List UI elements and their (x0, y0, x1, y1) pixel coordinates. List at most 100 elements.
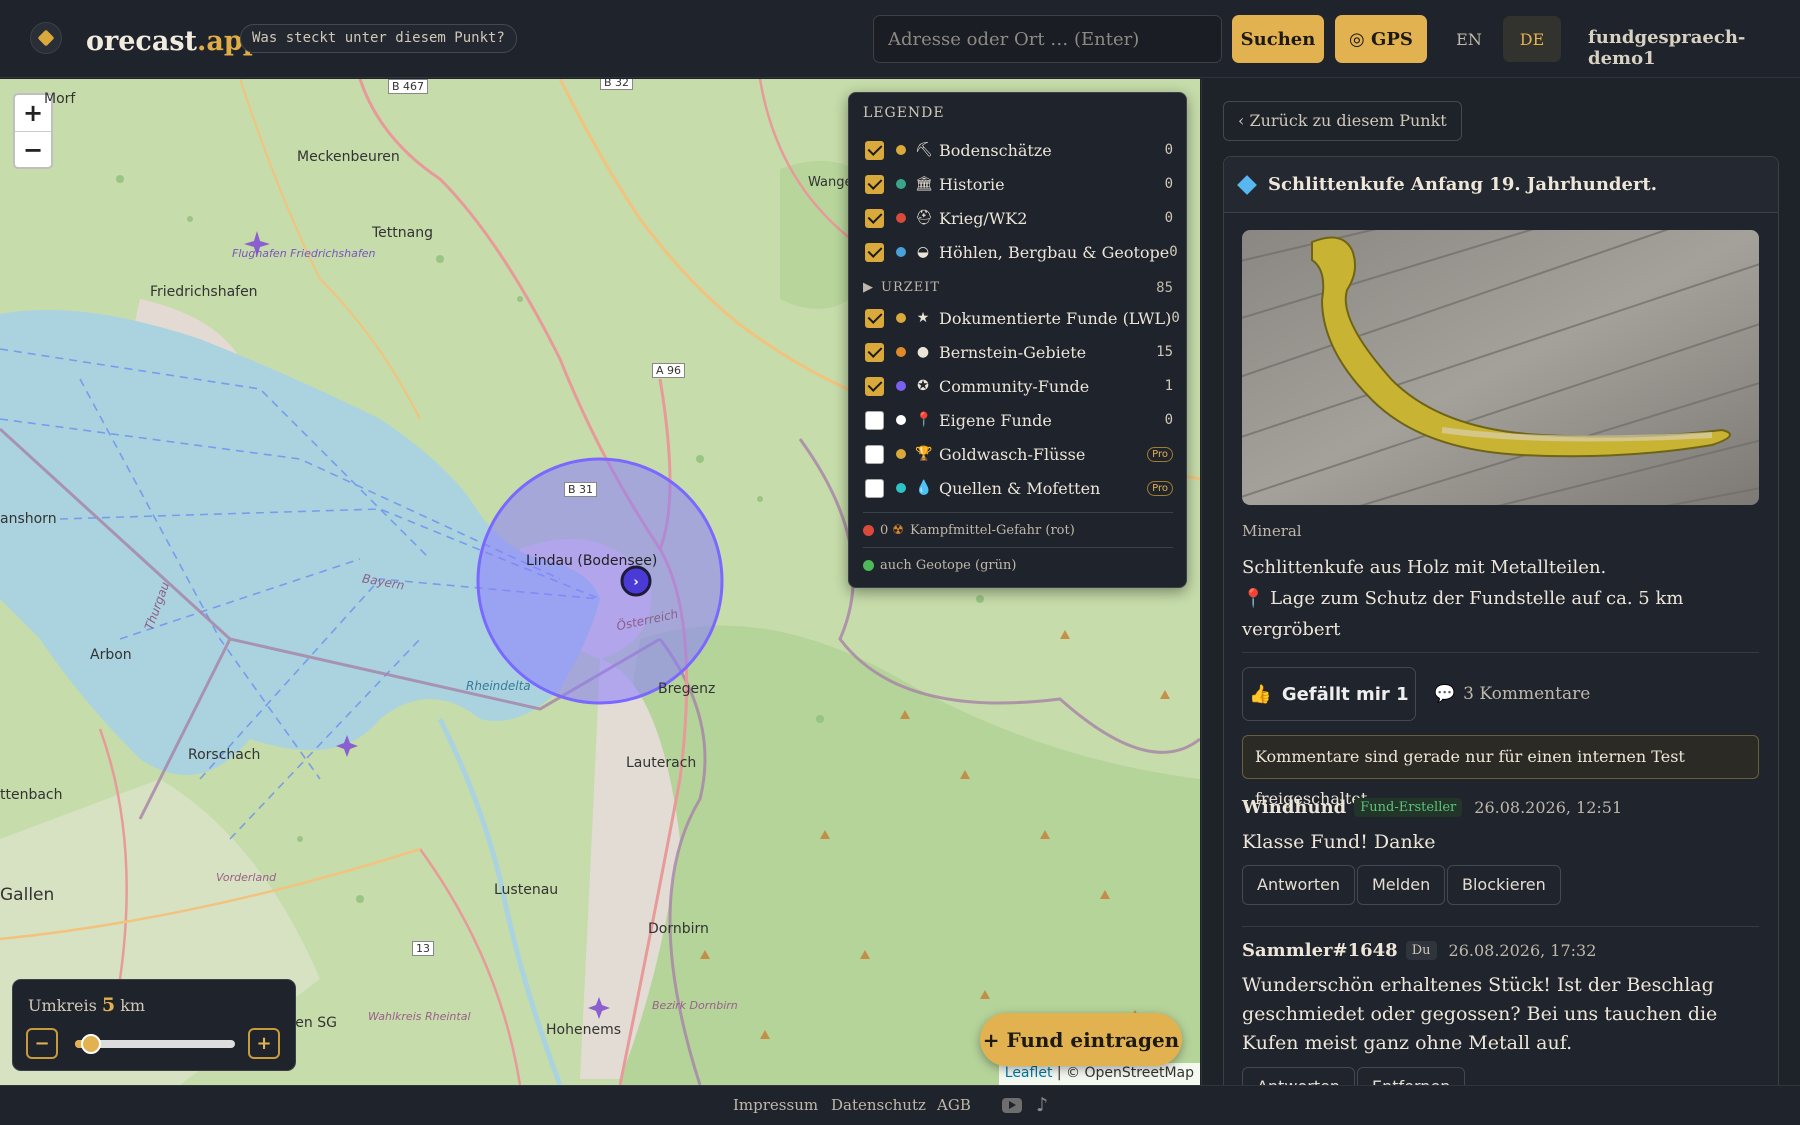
amber-icon: ● (916, 344, 930, 360)
comment-timestamp: 26.08.2026, 17:32 (1448, 941, 1597, 960)
legend-item[interactable]: ● Bernstein-Gebiete 15 (865, 337, 1173, 367)
author-badge: Fund-Ersteller (1354, 798, 1463, 817)
legend-item-label: Höhlen, Bergbau & Geotope (939, 242, 1170, 262)
legend-item[interactable]: ◒ Höhlen, Bergbau & Geotope 0 (865, 237, 1178, 267)
checkbox-unchecked[interactable] (865, 410, 884, 430)
legend-item[interactable]: 🏛 Historie 0 (865, 169, 1173, 199)
add-find-button[interactable]: + Fund eintragen (980, 1013, 1182, 1066)
report-button[interactable]: Melden (1357, 865, 1446, 905)
droplet-icon: 💧 (915, 480, 933, 496)
pro-badge: Pro (1147, 480, 1173, 496)
impressum-link[interactable]: Impressum (733, 1096, 818, 1114)
find-photo[interactable] (1242, 230, 1759, 505)
checkbox-checked[interactable] (865, 140, 884, 160)
legend-item-count: 0 (1164, 412, 1173, 428)
museum-icon: 🏛 (915, 176, 933, 192)
legend-item[interactable]: 🏆 Goldwasch-Flüsse Pro (865, 439, 1173, 469)
legend-item[interactable]: 💧 Quellen & Mofetten Pro (865, 473, 1173, 503)
radius-slider[interactable] (75, 1034, 235, 1054)
like-button[interactable]: 👍 Gefällt mir 1 (1242, 667, 1416, 721)
place-label: Gallen (0, 885, 55, 905)
geo-dot-icon (863, 560, 874, 571)
zoom-out-button[interactable]: − (15, 131, 51, 167)
find-title: Schlittenkufe Anfang 19. Jahrhundert. (1268, 174, 1658, 195)
divider (1242, 926, 1759, 927)
color-dot-icon (896, 347, 906, 357)
search-button[interactable]: Suchen (1232, 15, 1324, 63)
star-icon: ★ (916, 310, 930, 326)
datenschutz-link[interactable]: Datenschutz (831, 1096, 926, 1114)
pin-icon: 📍 (915, 412, 933, 428)
legend-item-label: Dokumentierte Funde (LWL) (939, 308, 1172, 328)
checkbox-checked[interactable] (865, 208, 884, 228)
road-label: 13 (412, 941, 434, 956)
remove-button[interactable]: Entfernen (1357, 1067, 1466, 1085)
hazard-icon: ☢ (892, 523, 904, 538)
comment-author[interactable]: Windhund (1242, 797, 1346, 818)
legend-group-count: 85 (1156, 280, 1173, 296)
legend-item-count: 1 (1164, 378, 1173, 394)
user-name[interactable]: fundgespraech-demo1 (1588, 27, 1800, 69)
brand-name[interactable]: orecast.app (86, 26, 262, 57)
danger-dot-icon (863, 525, 874, 536)
reply-button[interactable]: Antworten (1242, 865, 1356, 905)
comment-author[interactable]: Sammler#1648 (1242, 940, 1398, 961)
checkbox-checked[interactable] (865, 308, 884, 328)
legend-item[interactable]: ⛑ Krieg/WK2 0 (865, 203, 1173, 233)
comments-count[interactable]: 💬 3 Kommentare (1434, 684, 1590, 704)
back-button[interactable]: ‹ Zurück zu diesem Punkt (1223, 101, 1462, 141)
radius-plus-button[interactable]: + (248, 1028, 280, 1059)
legend-item-count: 15 (1156, 344, 1173, 360)
lang-en-button[interactable]: EN (1446, 16, 1492, 62)
reply-button[interactable]: Antworten (1242, 1067, 1356, 1085)
legend-item[interactable]: 📍 Eigene Funde 0 (865, 405, 1173, 435)
comment-timestamp: 26.08.2026, 12:51 (1474, 798, 1623, 817)
legend-item-label: Quellen & Mofetten (939, 478, 1101, 498)
checkbox-checked[interactable] (865, 242, 884, 262)
place-label: Dornbirn (648, 921, 709, 937)
tiktok-icon[interactable]: ♪ (1036, 1094, 1048, 1116)
lang-de-button[interactable]: DE (1503, 16, 1561, 62)
search-input[interactable] (873, 15, 1222, 63)
legend-title: LEGENDE (863, 105, 945, 121)
logo-icon[interactable] (30, 22, 62, 54)
place-label: Morf (44, 91, 76, 107)
leaflet-link[interactable]: Leaflet (1005, 1065, 1053, 1081)
color-dot-icon (896, 449, 906, 459)
place-label: Bezirk Dornbirn (652, 999, 738, 1012)
place-label: Rheindelta (466, 679, 531, 693)
color-dot-icon (896, 313, 906, 323)
place-label: Arbon (90, 647, 132, 663)
checkbox-unchecked[interactable] (865, 444, 884, 464)
road-label: B 31 (564, 482, 598, 497)
gem-icon (1237, 174, 1257, 195)
youtube-icon[interactable] (1002, 1098, 1022, 1113)
place-label: Vorderland (216, 871, 277, 884)
triangle-right-icon: ▶ (863, 280, 874, 295)
legend-item-label: Bodenschätze (939, 140, 1052, 160)
checkbox-checked[interactable] (865, 174, 884, 194)
legend-divider (863, 512, 1173, 513)
checkbox-unchecked[interactable] (865, 478, 884, 498)
radius-slider-thumb[interactable] (81, 1034, 101, 1054)
tagline: Was steckt unter diesem Punkt? (240, 24, 517, 53)
place-label: Rorschach (188, 747, 261, 763)
legend-item[interactable]: ✪ Community-Funde 1 (865, 371, 1173, 401)
agb-link[interactable]: AGB (937, 1096, 971, 1114)
legend-item[interactable]: ⛏ Bodenschätze 0 (865, 135, 1173, 165)
comments-notice: Kommentare sind gerade nur für einen int… (1242, 735, 1759, 808)
road-label: B 467 (388, 79, 429, 94)
legend-group-urzeit[interactable]: ▶ URZEIT 85 (863, 280, 1173, 296)
gps-button[interactable]: ◎ GPS (1335, 15, 1427, 63)
block-button[interactable]: Blockieren (1447, 865, 1561, 905)
legend-item[interactable]: ★ Dokumentierte Funde (LWL) 0 (865, 303, 1180, 333)
color-dot-icon (896, 247, 906, 257)
checkbox-checked[interactable] (865, 342, 884, 362)
radius-minus-button[interactable]: − (26, 1028, 58, 1059)
find-detail-panel: ‹ Zurück zu diesem Punkt Schlittenkufe A… (1201, 79, 1800, 1085)
place-label: anshorn (0, 511, 57, 527)
color-dot-icon (896, 213, 906, 223)
checkbox-checked[interactable] (865, 376, 884, 396)
legend-item-count: 0 (1169, 244, 1178, 260)
legend-item-label: Eigene Funde (939, 410, 1052, 430)
